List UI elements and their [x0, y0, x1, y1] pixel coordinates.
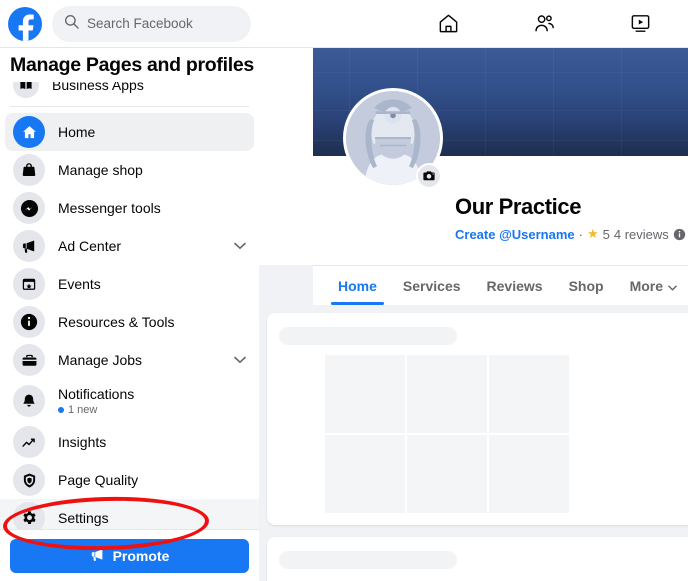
search-input[interactable]: Search Facebook: [52, 5, 251, 42]
sidebar-item-resources-tools[interactable]: Resources & Tools: [5, 303, 254, 341]
tab-more-label: More: [629, 277, 664, 294]
shop-bag-icon: [13, 154, 45, 186]
page-meta-line: Create @Username · ★ 5 4 reviews · D: [455, 226, 688, 242]
sidebar-item-label: Ad Center: [58, 237, 122, 254]
megaphone-icon: [90, 547, 105, 565]
tab-more[interactable]: More: [617, 266, 688, 305]
promote-footer: Promote: [0, 529, 259, 581]
sidebar-header-title: Manage Pages and profiles: [10, 54, 254, 76]
info-circle-icon[interactable]: [673, 228, 686, 241]
page-tabs-bar: Home Services Reviews Shop More: [313, 265, 688, 305]
sidebar-item-messenger-tools[interactable]: Messenger tools: [5, 189, 254, 227]
messenger-icon: [13, 192, 45, 224]
sidebar-item-label: Settings: [58, 509, 109, 526]
skeleton-tile: [489, 435, 569, 513]
status-badge: 1 new: [68, 404, 98, 417]
tab-services[interactable]: Services: [390, 266, 474, 305]
sidebar-item-page-quality[interactable]: Page Quality: [5, 461, 254, 499]
sidebar-item-label: Events: [58, 275, 101, 292]
briefcase-icon: [13, 344, 45, 376]
skeleton-card-2: [267, 537, 688, 581]
facebook-logo-icon[interactable]: [8, 6, 42, 41]
tab-services-label: Services: [402, 277, 461, 294]
skeleton-tile: [325, 355, 405, 433]
sidebar-item-events[interactable]: Events: [5, 265, 254, 303]
sidebar-item-insights[interactable]: Insights: [5, 423, 254, 461]
watch-nav-icon[interactable]: [592, 0, 688, 47]
tab-shop[interactable]: Shop: [556, 266, 617, 305]
sidebar-item-ad-center[interactable]: Ad Center: [5, 227, 254, 265]
sidebar-item-home[interactable]: Home: [5, 113, 254, 151]
feed-skeleton-area: [259, 305, 688, 581]
main-content-area: Our Practice Create @Username · ★ 5 4 re…: [259, 48, 688, 581]
skeleton-tile: [325, 435, 405, 513]
sidebar-scroll-region[interactable]: Business Apps Home Manage shop Messenger…: [0, 48, 259, 558]
facebook-page-manager-screen: Search Facebook Our Practice Create @Use…: [0, 0, 688, 581]
create-username-link[interactable]: Create @Username: [455, 227, 575, 242]
friends-nav-icon[interactable]: [496, 0, 592, 47]
top-navigation-bar: Search Facebook: [0, 0, 688, 48]
tab-shop-label: Shop: [568, 277, 604, 294]
home-filled-icon: [13, 116, 45, 148]
shield-icon: [13, 464, 45, 496]
left-sidebar: Business Apps Home Manage shop Messenger…: [0, 48, 259, 581]
skeleton-title-bar: [279, 327, 457, 345]
skeleton-card-1: [267, 313, 688, 525]
sidebar-item-label: Page Quality: [58, 471, 139, 488]
sidebar-header: Manage Pages and profiles: [0, 48, 259, 82]
skeleton-title-bar: [279, 551, 457, 569]
page-title: Our Practice: [455, 194, 582, 219]
sidebar-item-label: Resources & Tools: [58, 313, 175, 330]
home-nav-icon[interactable]: [400, 0, 496, 47]
tab-home[interactable]: Home: [325, 266, 390, 305]
sidebar-item-label: Insights: [58, 433, 107, 450]
cover-left-gutter: [259, 48, 313, 158]
promote-button[interactable]: Promote: [10, 538, 249, 573]
info-circle-icon: [13, 306, 45, 338]
tab-reviews-label: Reviews: [486, 277, 543, 294]
search-placeholder: Search Facebook: [87, 16, 193, 31]
skeleton-tile: [407, 435, 487, 513]
star-icon: ★: [586, 226, 599, 241]
top-nav-icon-group: [400, 0, 688, 47]
rating-value: 5: [602, 226, 610, 242]
chevron-down-icon[interactable]: [234, 356, 246, 364]
calendar-icon: [13, 268, 45, 300]
megaphone-icon: [13, 230, 45, 262]
promote-button-label: Promote: [112, 547, 170, 564]
skeleton-tile: [407, 355, 487, 433]
tab-reviews[interactable]: Reviews: [474, 266, 556, 305]
line-chart-icon: [13, 426, 45, 458]
status-dot: [58, 407, 64, 414]
chevron-down-icon: [668, 278, 677, 294]
meta-separator-1: ·: [578, 226, 583, 242]
sidebar-item-manage-jobs[interactable]: Manage Jobs: [5, 341, 254, 379]
sidebar-item-notifications[interactable]: Notifications 1 new: [5, 379, 254, 423]
chevron-down-icon[interactable]: [234, 242, 246, 250]
tab-home-label: Home: [338, 277, 377, 294]
sidebar-item-label: Manage shop: [58, 161, 143, 178]
page-identity-strip: Our Practice Create @Username · ★ 5 4 re…: [259, 88, 688, 265]
sidebar-item-manage-shop[interactable]: Manage shop: [5, 151, 254, 189]
camera-icon[interactable]: [416, 163, 442, 189]
sidebar-item-label: Home: [58, 123, 96, 140]
sidebar-item-label: Notifications: [58, 385, 135, 402]
search-icon: [64, 14, 79, 34]
sidebar-item-label: Manage Jobs: [58, 351, 143, 368]
sidebar-divider: [10, 106, 249, 107]
sidebar-item-label: Messenger tools: [58, 199, 161, 216]
reviews-count[interactable]: 4 reviews: [614, 227, 669, 242]
bell-icon: [13, 385, 45, 417]
skeleton-tile: [489, 355, 569, 433]
notifications-badge: 1 new: [58, 404, 134, 416]
